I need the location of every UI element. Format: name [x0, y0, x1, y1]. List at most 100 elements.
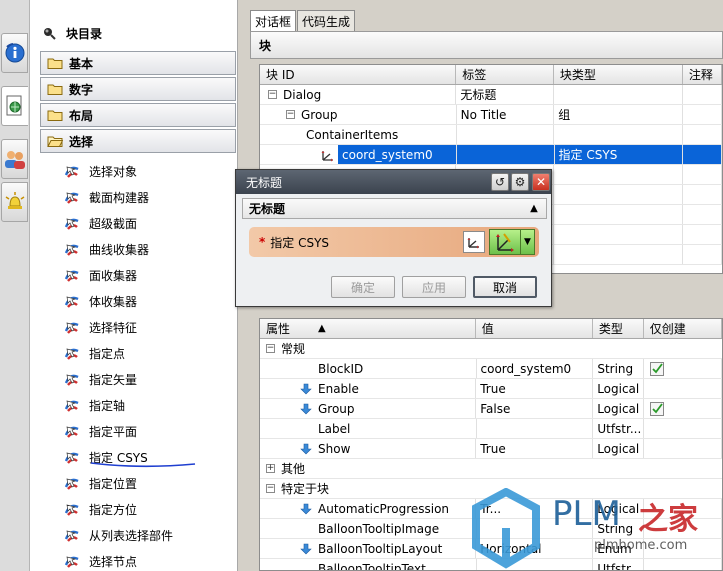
catalog-item[interactable]: 指定平面 [64, 420, 137, 442]
catalog-item[interactable]: 面收集器 [64, 264, 137, 286]
tree-expander-icon[interactable]: − [266, 484, 275, 493]
block-comment-cell [683, 85, 722, 104]
dialog-group-title: 无标题 [249, 202, 286, 216]
pin-icon[interactable] [42, 26, 56, 40]
chevron-up-icon[interactable]: ▲ [526, 201, 542, 216]
catalog-item[interactable]: 体收集器 [64, 290, 137, 312]
property-row[interactable]: BlockID coord_system0 String [260, 359, 722, 379]
block-type-cell [554, 85, 683, 104]
reset-button[interactable]: ↺ [491, 173, 509, 191]
property-name-cell: AutomaticProgression [260, 499, 477, 518]
selection-block-icon [64, 244, 79, 256]
folder-open-icon [47, 136, 63, 147]
tab-dialog[interactable]: 对话框 [250, 10, 297, 32]
category-basic[interactable]: 基本 [40, 51, 236, 75]
property-group-row[interactable]: + 其他 [260, 459, 722, 479]
tree-expander-icon[interactable]: − [286, 110, 295, 119]
col-block-type[interactable]: 块类型 [554, 65, 683, 84]
catalog-item-label: 从列表选择部件 [89, 528, 174, 543]
property-group-name: 特定于块 [281, 482, 330, 496]
block-catalog-title: 块目录 [30, 22, 238, 44]
resource-bar [0, 0, 30, 571]
cancel-button[interactable]: 取消 [473, 276, 537, 298]
required-mark: * [259, 235, 266, 249]
block-tree-row[interactable]: − Dialog 无标题 [260, 85, 722, 105]
checkbox-checked-icon[interactable] [650, 361, 665, 376]
arrow-down-icon [300, 543, 312, 554]
dialog-titlebar[interactable]: 无标题 ↺ ⚙ ✕ [236, 170, 551, 194]
block-tree-row[interactable]: ContainerItems [260, 125, 722, 145]
apply-button[interactable]: 应用 [402, 276, 466, 298]
rail-button-document[interactable] [1, 86, 28, 126]
col-label[interactable]: 标签 [456, 65, 554, 84]
catalog-item-label: 超级截面 [89, 216, 138, 231]
catalog-item-label: 指定点 [89, 346, 126, 361]
category-numeric[interactable]: 数字 [40, 77, 236, 101]
col-block-id[interactable]: 块 ID [260, 65, 457, 84]
property-row[interactable]: Enable True Logical [260, 379, 722, 399]
catalog-item[interactable]: 选择节点 [64, 550, 137, 571]
col-value[interactable]: 值 [476, 319, 593, 338]
catalog-item[interactable]: 截面构建器 [64, 186, 149, 208]
property-name-cell: Show [260, 439, 477, 458]
annotation-underline [90, 462, 196, 468]
property-value-cell[interactable]: coord_system0 [477, 359, 594, 378]
property-group-row[interactable]: − 常规 [260, 339, 722, 359]
tab-code-generation[interactable]: 代码生成 [297, 10, 356, 31]
csys-type-dropdown[interactable]: ▼ [489, 229, 535, 255]
property-value-cell[interactable] [477, 419, 594, 438]
category-label: 数字 [69, 82, 94, 97]
selection-block-icon [64, 452, 79, 464]
settings-button[interactable]: ⚙ [511, 173, 529, 191]
col-comment[interactable]: 注释 [683, 65, 722, 84]
property-row[interactable]: Show True Logical [260, 439, 722, 459]
rail-button-users[interactable] [1, 139, 28, 179]
gear-icon: ⚙ [514, 175, 526, 189]
catalog-item[interactable]: 指定位置 [64, 472, 137, 494]
tree-expander-icon[interactable]: − [268, 90, 277, 99]
catalog-item[interactable]: 指定轴 [64, 394, 125, 416]
property-row[interactable]: Group False Logical [260, 399, 722, 419]
catalog-item[interactable]: 选择特征 [64, 316, 137, 338]
checkbox-checked-icon[interactable] [649, 401, 664, 416]
catalog-item[interactable]: 超级截面 [64, 212, 137, 234]
tree-expander-icon[interactable]: − [266, 344, 275, 353]
selection-block-icon [64, 504, 79, 516]
catalog-item[interactable]: 指定方位 [64, 498, 137, 520]
ok-button[interactable]: 确定 [331, 276, 395, 298]
property-value-cell[interactable]: True [476, 379, 594, 398]
close-button[interactable]: ✕ [532, 173, 550, 191]
catalog-item-label: 指定位置 [89, 476, 138, 491]
create-only-cell [644, 399, 722, 418]
col-create-only[interactable]: 仅创建 [644, 319, 722, 338]
category-label: 布局 [69, 108, 94, 123]
dialog-group-header[interactable]: 无标题 ▲ [242, 198, 547, 219]
property-name-cell: BlockID [260, 359, 477, 378]
catalog-item[interactable]: 从列表选择部件 [64, 524, 173, 546]
specify-csys-row[interactable]: * 指定 CSYS ▼ [249, 227, 539, 257]
property-value-cell[interactable]: False [476, 399, 594, 418]
tree-expander-icon[interactable]: + [266, 464, 275, 473]
catalog-item-label: 面收集器 [89, 268, 138, 283]
catalog-item-label: 曲线收集器 [89, 242, 150, 257]
catalog-item[interactable]: 曲线收集器 [64, 238, 149, 260]
block-tree-row[interactable]: coord_system0 指定 CSYS [260, 145, 722, 165]
property-value-cell[interactable]: True [476, 439, 594, 458]
col-property[interactable]: 属性 ▲ [260, 319, 476, 338]
property-type-cell: String [593, 359, 645, 378]
arrow-down-icon [300, 503, 312, 514]
users-icon [4, 151, 25, 169]
rail-button-alerts[interactable] [1, 182, 28, 222]
catalog-item[interactable]: 指定矢量 [64, 368, 137, 390]
col-type[interactable]: 类型 [593, 319, 644, 338]
category-layout[interactable]: 布局 [40, 103, 236, 127]
dialog-title: 无标题 [246, 175, 283, 190]
property-row[interactable]: Label Utfstr... [260, 419, 722, 439]
catalog-item[interactable]: 选择对象 [64, 160, 137, 182]
csys-dialog-button[interactable] [463, 231, 485, 253]
category-selection[interactable]: 选择 [40, 129, 236, 153]
block-tree-row[interactable]: − Group No Title 组 [260, 105, 722, 125]
rail-button-info[interactable] [1, 33, 28, 73]
tab-strip: 对话框 代码生成 [250, 10, 356, 32]
catalog-item[interactable]: 指定点 [64, 342, 125, 364]
